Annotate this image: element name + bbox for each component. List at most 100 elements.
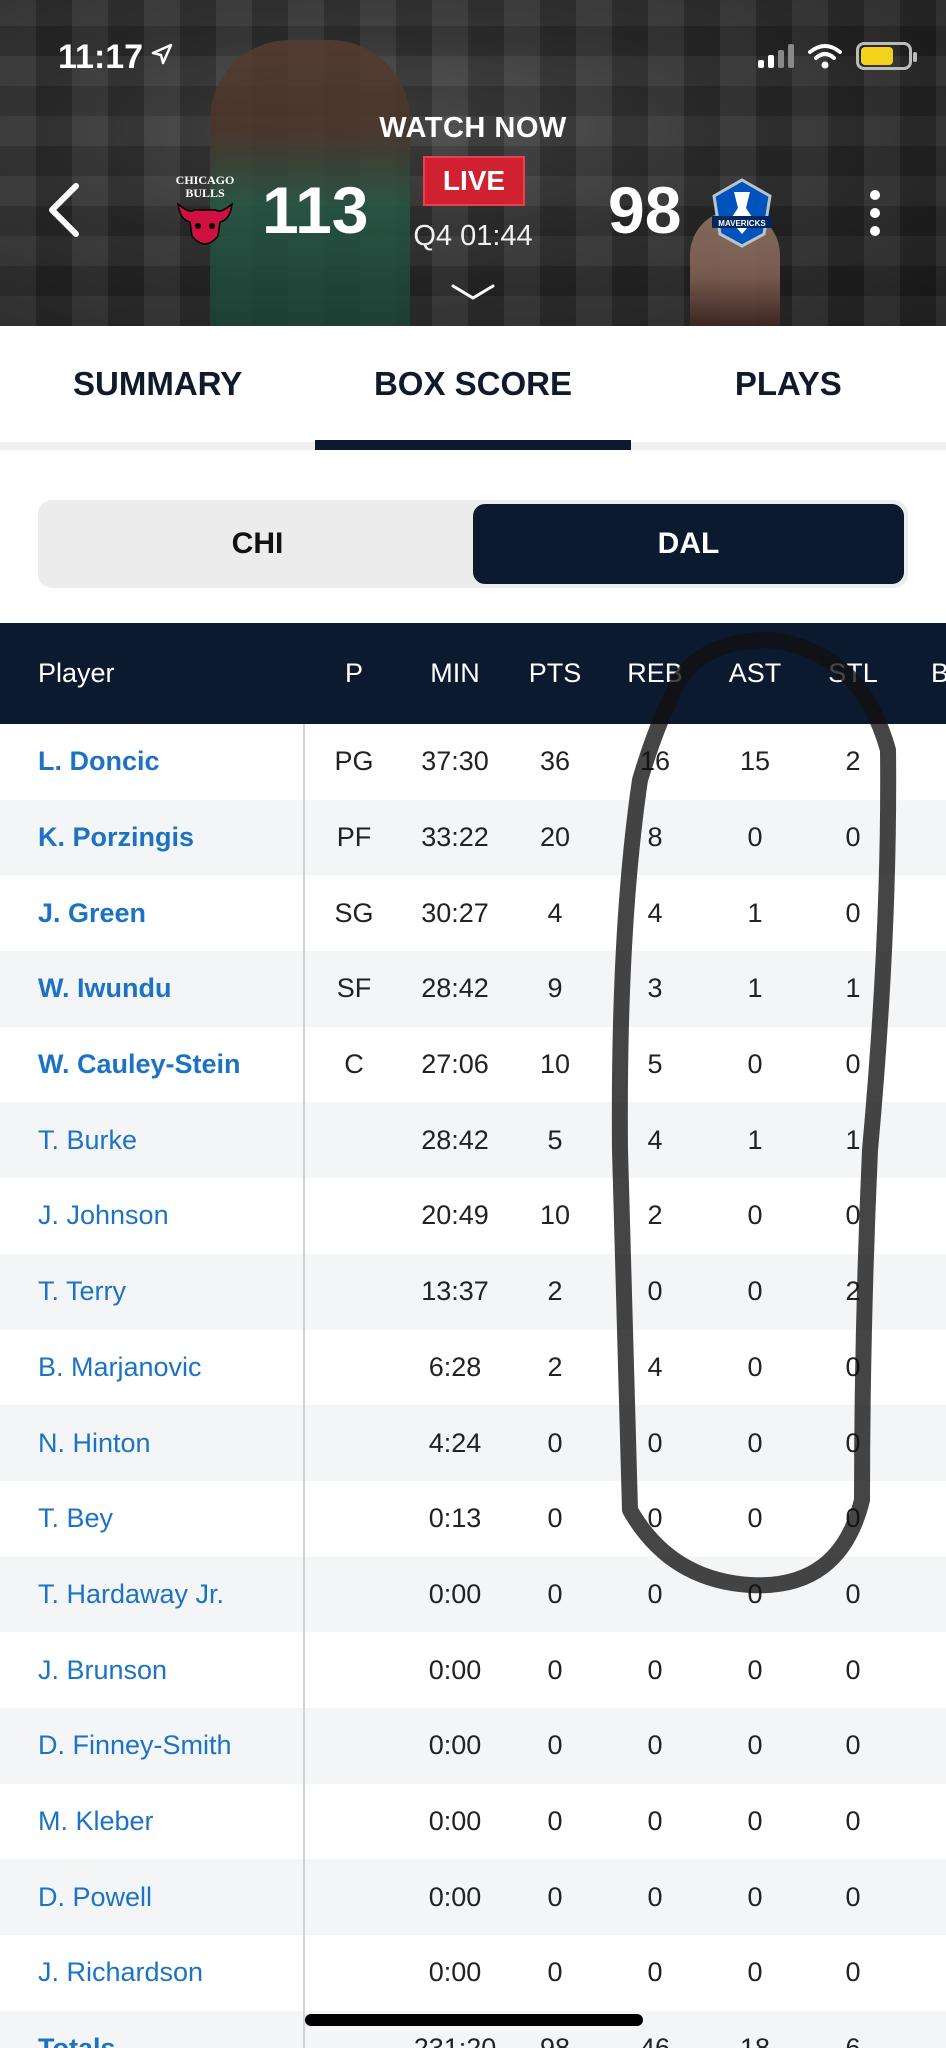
tab-plays[interactable]: PLAYS — [631, 326, 946, 442]
tab-box-score[interactable]: BOX SCORE — [315, 326, 631, 450]
column-header-blk[interactable]: B — [920, 623, 946, 724]
player-name-link[interactable]: K. Porzingis — [38, 800, 194, 876]
position-cell — [314, 1481, 394, 1557]
position-cell — [314, 1784, 394, 1860]
more-options-icon[interactable] — [870, 190, 880, 236]
home-indicator[interactable] — [305, 2014, 643, 2026]
home-score: 113 — [262, 173, 369, 247]
points-cell: 0 — [547, 1578, 563, 1609]
column-header-min[interactable]: MIN — [405, 623, 505, 724]
position-cell — [314, 1859, 394, 1935]
player-name-link[interactable]: J. Richardson — [38, 1935, 203, 2011]
assists-cell: 0 — [747, 1881, 763, 1912]
player-name-link[interactable]: T. Hardaway Jr. — [38, 1557, 224, 1633]
assists-cell: 18 — [710, 2011, 800, 2048]
status-time: 11:17 — [58, 38, 144, 76]
totals-label: Totals — [38, 2011, 116, 2048]
column-header-pts[interactable]: PTS — [510, 623, 600, 724]
player-name-link[interactable]: J. Brunson — [38, 1632, 167, 1708]
table-row[interactable]: D. Powell 0:00 0 0 0 0 — [0, 1859, 946, 1935]
battery-icon — [856, 42, 917, 70]
player-name-link[interactable]: L. Doncic — [38, 724, 160, 800]
chevron-down-icon[interactable] — [451, 282, 495, 302]
points-cell: 0 — [547, 1881, 563, 1912]
position-cell — [314, 1330, 394, 1406]
assists-cell: 0 — [747, 1957, 763, 1988]
player-name-link[interactable]: T. Bey — [38, 1481, 113, 1557]
column-divider — [303, 724, 305, 2048]
player-name-link[interactable]: T. Terry — [38, 1254, 126, 1330]
position-cell: SF — [336, 973, 372, 1004]
position-cell — [314, 1708, 394, 1784]
rebounds-cell: 0 — [647, 1805, 663, 1836]
team-toggle-chi[interactable]: CHI — [42, 504, 473, 584]
player-name-link[interactable]: D. Powell — [38, 1859, 152, 1935]
minutes-cell: 6:28 — [428, 1351, 482, 1382]
status-indicators — [758, 42, 917, 70]
tab-summary[interactable]: SUMMARY — [0, 326, 315, 442]
video-banner[interactable]: 11:17 WATCH NOW LIVE Q4 01:44 CHICAGO BU… — [0, 0, 946, 326]
points-cell: 0 — [547, 1427, 563, 1458]
table-row[interactable]: J. Richardson 0:00 0 0 0 0 — [0, 1935, 946, 2011]
column-header-position[interactable]: P — [314, 623, 394, 724]
player-name-link[interactable]: N. Hinton — [38, 1405, 151, 1481]
points-cell: 2 — [547, 1351, 563, 1382]
points-cell: 0 — [547, 1957, 563, 1988]
player-name-link[interactable]: J. Green — [38, 875, 146, 951]
player-name-link[interactable]: M. Kleber — [38, 1784, 154, 1860]
minutes-cell: 28:42 — [421, 973, 489, 1004]
wifi-icon — [808, 44, 842, 69]
rebounds-cell: 0 — [647, 1654, 663, 1685]
position-cell: PG — [334, 746, 374, 777]
position-cell — [314, 1102, 394, 1178]
steals-cell: 0 — [845, 1654, 861, 1685]
game-clock: Q4 01:44 — [413, 220, 533, 252]
points-cell: 0 — [547, 1805, 563, 1836]
minutes-cell: 37:30 — [421, 746, 489, 777]
assists-cell: 0 — [747, 1805, 763, 1836]
bulls-logo-icon[interactable]: CHICAGO BULLS — [168, 170, 242, 254]
minutes-cell: 0:00 — [428, 1957, 482, 1988]
table-row[interactable]: D. Finney-Smith 0:00 0 0 0 0 — [0, 1707, 946, 1784]
position-cell: SG — [334, 897, 374, 928]
points-cell: 10 — [539, 1049, 571, 1080]
minutes-cell: 0:13 — [428, 1503, 482, 1534]
minutes-cell: 13:37 — [421, 1276, 489, 1307]
steals-cell: 0 — [845, 1957, 861, 1988]
steals-cell: 0 — [845, 1730, 861, 1761]
minutes-cell: 0:00 — [428, 1654, 482, 1685]
player-name-link[interactable]: T. Burke — [38, 1102, 137, 1178]
position-cell — [314, 1557, 394, 1633]
player-name-link[interactable]: D. Finney-Smith — [38, 1708, 232, 1784]
column-header-player[interactable]: Player — [38, 623, 238, 724]
location-arrow-icon — [151, 43, 173, 65]
assists-cell: 0 — [747, 1730, 763, 1761]
player-name-link[interactable]: B. Marjanovic — [38, 1330, 202, 1406]
rebounds-cell: 0 — [647, 1730, 663, 1761]
points-cell: 5 — [547, 1124, 563, 1155]
live-badge: LIVE — [423, 156, 525, 206]
position-cell: C — [344, 1049, 364, 1080]
minutes-cell: 0:00 — [428, 1578, 482, 1609]
points-cell: 0 — [547, 1730, 563, 1761]
player-name-link[interactable]: J. Johnson — [38, 1178, 169, 1254]
hand-drawn-circle-annotation — [611, 632, 897, 1594]
points-cell: 20 — [539, 822, 571, 853]
player-name-link[interactable]: W. Cauley-Stein — [38, 1027, 241, 1103]
game-tabs: SUMMARY BOX SCORE PLAYS — [0, 326, 946, 450]
table-row[interactable]: J. Brunson 0:00 0 0 0 0 — [0, 1632, 946, 1708]
away-score: 98 — [608, 173, 682, 247]
player-name-link[interactable]: W. Iwundu — [38, 951, 171, 1027]
back-arrow-icon[interactable] — [44, 180, 84, 240]
table-row[interactable]: M. Kleber 0:00 0 0 0 0 — [0, 1784, 946, 1860]
team-toggle: CHI DAL — [38, 500, 908, 588]
minutes-cell: 0:00 — [428, 1730, 482, 1761]
points-cell: 2 — [547, 1276, 563, 1307]
minutes-cell: 0:00 — [428, 1881, 482, 1912]
watch-now-label[interactable]: WATCH NOW — [0, 112, 946, 145]
position-cell: PF — [336, 822, 372, 853]
position-cell — [314, 1405, 394, 1481]
minutes-cell: 4:24 — [428, 1427, 482, 1458]
team-toggle-dal[interactable]: DAL — [473, 504, 904, 584]
mavericks-logo-icon[interactable]: MAVERICKS — [706, 176, 778, 248]
